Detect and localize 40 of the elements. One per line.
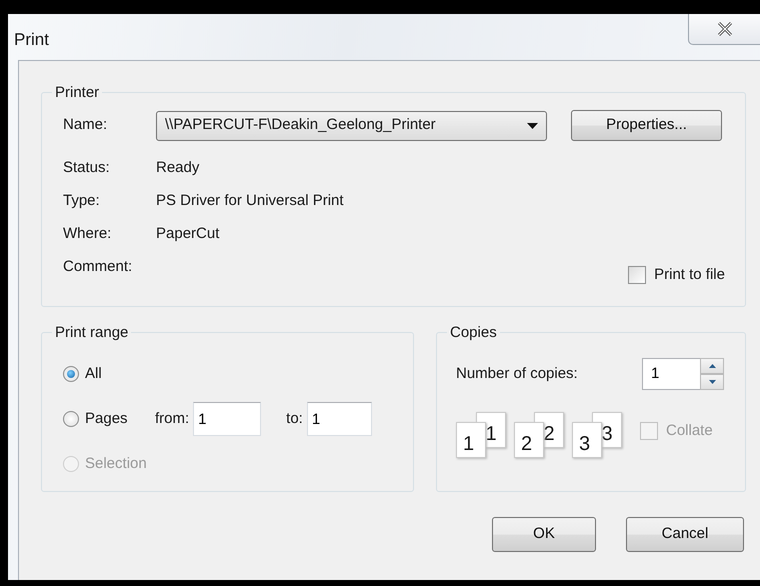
radio-button[interactable] [63,411,79,427]
printer-dropdown[interactable]: \\PAPERCUT-F\Deakin_Geelong_Printer [156,110,547,140]
window-title: Print [14,29,49,51]
field-label: to: [286,408,303,429]
group-label: Printer [54,85,100,100]
down-arrow-icon [708,380,716,384]
up-arrow-icon [708,364,716,368]
spin-down-button[interactable] [700,374,724,390]
field-label: Where: [63,224,112,244]
radio-label[interactable]: Pages [85,408,155,430]
dialog-button[interactable]: OK [492,517,596,552]
field-label: Number of copies: [456,364,579,384]
caret-icon [527,122,538,128]
checkbox[interactable] [628,266,646,284]
close-icon [716,22,732,36]
radio-label[interactable]: All [85,362,155,386]
page-from-field[interactable]: 1 [193,402,262,436]
page-number: 1 [456,422,486,458]
field-label: Status: [63,158,111,178]
field-value: PS Driver for Universal Print [156,190,344,211]
field-value: Ready [156,158,200,178]
page-number: 3 [572,422,602,458]
group-label: Copies [449,325,498,340]
properties-button[interactable]: Properties... [571,110,722,141]
page-to-field[interactable]: 1 [306,402,372,436]
spin-up-button[interactable] [700,358,724,374]
radio-button[interactable] [63,366,79,382]
checkbox-label: Collate [666,420,713,441]
field-label: Comment: [63,256,134,277]
close-button[interactable] [688,14,760,45]
dialog-button[interactable]: Cancel [626,517,744,552]
copies-field[interactable]: 1 [642,358,700,390]
checkbox-label[interactable]: Print to file [654,264,725,286]
page-number: 2 [514,422,544,458]
field-value: PaperCut [156,224,220,244]
field-label: Type: [63,190,101,211]
field-label: Name: [63,115,108,136]
field-label: from: [155,408,190,429]
radio-label: Selection [85,454,148,474]
group-label: Print range [54,325,130,340]
